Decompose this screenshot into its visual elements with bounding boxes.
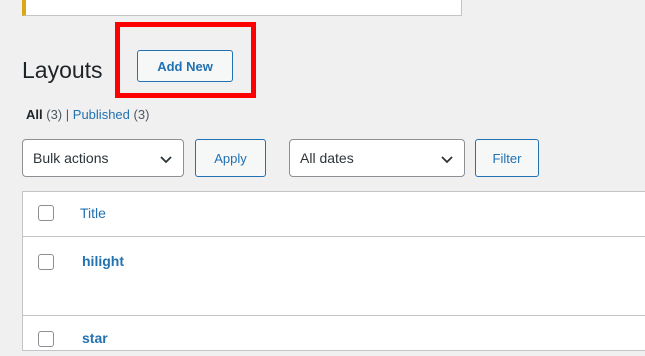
row-checkbox[interactable] [38, 254, 54, 270]
bulk-actions-value: Bulk actions [33, 150, 109, 166]
apply-button[interactable]: Apply [195, 139, 266, 177]
add-new-button[interactable]: Add New [137, 50, 233, 82]
bulk-actions-select[interactable]: Bulk actions [22, 139, 184, 177]
page-title: Layouts [22, 57, 103, 83]
select-all-checkbox[interactable] [38, 205, 54, 221]
layouts-table: Title hilight star [22, 191, 645, 351]
table-row: star [23, 316, 645, 356]
table-row: hilight [23, 237, 645, 316]
status-filter-links: All (3) | Published (3) [26, 107, 149, 122]
chevron-down-icon [441, 156, 453, 164]
date-filter-value: All dates [300, 150, 354, 166]
filter-button[interactable]: Filter [475, 139, 539, 177]
filter-separator: | [65, 107, 70, 122]
chevron-down-icon [160, 156, 172, 164]
table-header: Title [23, 192, 645, 237]
notice-box [22, 0, 462, 16]
filter-published[interactable]: Published (3) [73, 107, 150, 122]
date-filter-select[interactable]: All dates [289, 139, 465, 177]
row-title-link[interactable]: hilight [82, 253, 124, 269]
column-title-header[interactable]: Title [80, 205, 106, 221]
row-checkbox[interactable] [38, 331, 54, 347]
page-heading: Layouts [22, 50, 103, 90]
filter-all[interactable]: All (3) [26, 107, 62, 122]
